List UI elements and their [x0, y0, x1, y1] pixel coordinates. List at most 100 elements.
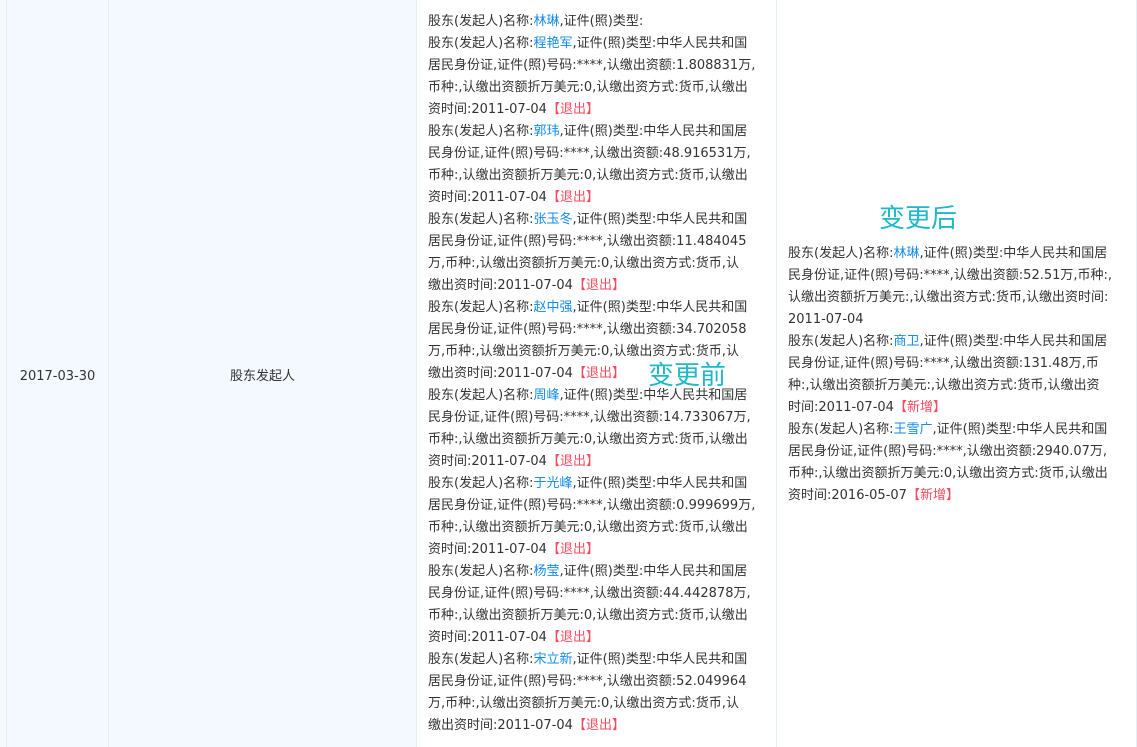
record-text: ,证件(照)类型:中华人民共和国 — [572, 36, 748, 51]
record-line: 居民身份证,证件(照)号码:****,认缴出资额:1.808831万, — [428, 55, 768, 77]
record-text: 股东(发起人)名称: — [428, 564, 534, 579]
record-line: 股东(发起人)名称:赵中强,证件(照)类型:中华人民共和国 — [428, 297, 768, 319]
record-line: 股东(发起人)名称:程艳军,证件(照)类型:中华人民共和国 — [428, 33, 768, 55]
shareholder-name-link[interactable]: 于光峰 — [534, 476, 573, 491]
exit-tag: 【退出】 — [572, 718, 625, 733]
record-text: 币种:,认缴出资额折万美元:0,认缴出资方式:货币,认缴出 — [428, 608, 748, 623]
record-text: 民身份证,证件(照)号码:****,认缴出资额:131.48万,币 — [788, 356, 1099, 371]
record-text: 居民身份证,证件(照)号码:****,认缴出资额:2940.07万, — [788, 444, 1108, 459]
change-item: 股东发起人 — [229, 369, 295, 384]
record-line: 股东(发起人)名称:杨莹,证件(照)类型:中华人民共和国居 — [428, 561, 768, 583]
after-change-annotation: 变更后 — [879, 204, 958, 234]
record-text: 居民身份证,证件(照)号码:****,认缴出资额:34.702058 — [428, 322, 747, 337]
record-line: 股东(发起人)名称:宋立新,证件(照)类型:中华人民共和国 — [428, 649, 768, 671]
before-change-cell: 股东(发起人)名称:林琳,证件(照)类型: 股东(发起人)名称:程艳军,证件(照)… — [416, 0, 776, 747]
record-text: 股东(发起人)名称: — [788, 246, 894, 261]
record-text: 民身份证,证件(照)号码:****,认缴出资额:44.442878万, — [428, 586, 751, 601]
exit-tag: 【退出】 — [572, 278, 625, 293]
record-text: ,证件(照)类型: — [559, 14, 644, 29]
record-text: 币种:,认缴出资额折万美元:0,认缴出资方式:货币,认缴出 — [428, 168, 748, 183]
record-text: 股东(发起人)名称: — [428, 652, 534, 667]
record-line: 币种:,认缴出资额折万美元:0,认缴出资方式:货币,认缴出 — [428, 517, 768, 539]
shareholder-name-link[interactable]: 杨莹 — [534, 564, 560, 579]
shareholder-name-link[interactable]: 商卫 — [894, 334, 920, 349]
record-text: 币种:,认缴出资额折万美元:0,认缴出资方式:货币,认缴出 — [428, 432, 748, 447]
change-date-cell: 2017-03-30 — [6, 0, 108, 747]
record-text: 股东(发起人)名称: — [788, 334, 894, 349]
record-line: 民身份证,证件(照)号码:****,认缴出资额:131.48万,币 — [788, 353, 1128, 375]
record-text: 股东(发起人)名称: — [428, 212, 534, 227]
record-text: 资时间:2011-07-04 — [428, 542, 547, 557]
record-text: 股东(发起人)名称: — [428, 36, 534, 51]
exit-tag: 【退出】 — [546, 102, 599, 117]
exit-tag: 【退出】 — [572, 366, 625, 381]
record-line: 居民身份证,证件(照)号码:****,认缴出资额:52.049964 — [428, 671, 768, 693]
record-text: 种:,认缴出资额折万美元:,认缴出资方式:货币,认缴出资 — [788, 378, 1100, 393]
shareholder-name-link[interactable]: 宋立新 — [534, 652, 573, 667]
record-line: 股东(发起人)名称:郭玮,证件(照)类型:中华人民共和国居 — [428, 121, 768, 143]
record-text: 时间:2011-07-04 — [788, 400, 894, 415]
record-text: 居民身份证,证件(照)号码:****,认缴出资额:11.484045 — [428, 234, 747, 249]
record-text: 居民身份证,证件(照)号码:****,认缴出资额:1.808831万, — [428, 58, 756, 73]
new-tag: 【新增】 — [893, 400, 946, 415]
record-line: 股东(发起人)名称:王雪广,证件(照)类型:中华人民共和国 — [788, 419, 1128, 441]
record-line: 民身份证,证件(照)号码:****,认缴出资额:52.51万,币种:, — [788, 265, 1128, 287]
record-text: 股东(发起人)名称: — [428, 124, 534, 139]
record-line: 资时间:2016-05-07【新增】 — [788, 485, 1128, 507]
record-text: 缴出资时间:2011-07-04 — [428, 366, 573, 381]
record-text: 币种:,认缴出资额折万美元:0,认缴出资方式:货币,认缴出 — [788, 466, 1108, 481]
record-line: 缴出资时间:2011-07-04【退出】 — [428, 275, 768, 297]
shareholder-name-link[interactable]: 周峰 — [534, 388, 560, 403]
record-line: 万,币种:,认缴出资额折万美元:0,认缴出资方式:货币,认 — [428, 341, 768, 363]
after-change-cell: 股东(发起人)名称:林琳,证件(照)类型:中华人民共和国居 民身份证,证件(照)号… — [776, 0, 1137, 747]
record-text: ,证件(照)类型:中华人民共和国居 — [559, 564, 748, 579]
record-line: 币种:,认缴出资额折万美元:0,认缴出资方式:货币,认缴出 — [428, 165, 768, 187]
record-line: 居民身份证,证件(照)号码:****,认缴出资额:11.484045 — [428, 231, 768, 253]
new-tag: 【新增】 — [906, 488, 959, 503]
record-line: 股东(发起人)名称:张玉冬,证件(照)类型:中华人民共和国 — [428, 209, 768, 231]
record-line: 民身份证,证件(照)号码:****,认缴出资额:14.733067万, — [428, 407, 768, 429]
change-record-row: 2017-03-30 股东发起人 股东(发起人)名称:林琳,证件(照)类型: 股东… — [0, 0, 1137, 747]
record-text: 万,币种:,认缴出资额折万美元:0,认缴出资方式:货币,认 — [428, 696, 739, 711]
record-text: 币种:,认缴出资额折万美元:0,认缴出资方式:货币,认缴出 — [428, 80, 748, 95]
record-line: 股东(发起人)名称:林琳,证件(照)类型: — [428, 11, 768, 33]
record-line: 居民身份证,证件(照)号码:****,认缴出资额:0.999699万, — [428, 495, 768, 517]
record-line: 资时间:2011-07-04【退出】 — [428, 539, 768, 561]
record-text: ,证件(照)类型:中华人民共和国 — [572, 212, 748, 227]
shareholder-name-link[interactable]: 林琳 — [894, 246, 920, 261]
exit-tag: 【退出】 — [546, 630, 599, 645]
record-text: 资时间:2011-07-04 — [428, 102, 547, 117]
record-text: 缴出资时间:2011-07-04 — [428, 278, 573, 293]
record-line: 币种:,认缴出资额折万美元:0,认缴出资方式:货币,认缴出 — [788, 463, 1128, 485]
shareholder-name-link[interactable]: 林琳 — [534, 14, 560, 29]
shareholder-name-link[interactable]: 赵中强 — [534, 300, 573, 315]
record-text: 居民身份证,证件(照)号码:****,认缴出资额:52.049964 — [428, 674, 747, 689]
record-text: 股东(发起人)名称: — [788, 422, 894, 437]
record-line: 缴出资时间:2011-07-04【退出】 — [428, 715, 768, 737]
record-text: 资时间:2011-07-04 — [428, 630, 547, 645]
shareholder-name-link[interactable]: 郭玮 — [534, 124, 560, 139]
record-line: 资时间:2011-07-04【退出】 — [428, 451, 768, 473]
record-line: 资时间:2011-07-04【退出】 — [428, 187, 768, 209]
record-line: 万,币种:,认缴出资额折万美元:0,认缴出资方式:货币,认 — [428, 693, 768, 715]
exit-tag: 【退出】 — [546, 190, 599, 205]
record-line: 万,币种:,认缴出资额折万美元:0,认缴出资方式:货币,认 — [428, 253, 768, 275]
shareholder-name-link[interactable]: 王雪广 — [894, 422, 933, 437]
shareholder-name-link[interactable]: 张玉冬 — [534, 212, 573, 227]
record-line: 币种:,认缴出资额折万美元:0,认缴出资方式:货币,认缴出 — [428, 429, 768, 451]
record-text: ,证件(照)类型:中华人民共和国居 — [919, 246, 1108, 261]
record-text: 资时间:2011-07-04 — [428, 454, 547, 469]
record-line: 居民身份证,证件(照)号码:****,认缴出资额:2940.07万, — [788, 441, 1128, 463]
record-line: 民身份证,证件(照)号码:****,认缴出资额:44.442878万, — [428, 583, 768, 605]
shareholder-name-link[interactable]: 程艳军 — [534, 36, 573, 51]
record-text: 币种:,认缴出资额折万美元:0,认缴出资方式:货币,认缴出 — [428, 520, 748, 535]
record-text: 居民身份证,证件(照)号码:****,认缴出资额:0.999699万, — [428, 498, 756, 513]
record-text: ,证件(照)类型:中华人民共和国 — [572, 652, 748, 667]
record-text: 股东(发起人)名称: — [428, 476, 534, 491]
record-text: 万,币种:,认缴出资额折万美元:0,认缴出资方式:货币,认 — [428, 256, 739, 271]
record-text: ,证件(照)类型:中华人民共和国居 — [559, 124, 748, 139]
exit-tag: 【退出】 — [546, 454, 599, 469]
record-text: 民身份证,证件(照)号码:****,认缴出资额:48.916531万, — [428, 146, 751, 161]
record-text: 民身份证,证件(照)号码:****,认缴出资额:14.733067万, — [428, 410, 751, 425]
record-line: 居民身份证,证件(照)号码:****,认缴出资额:34.702058 — [428, 319, 768, 341]
